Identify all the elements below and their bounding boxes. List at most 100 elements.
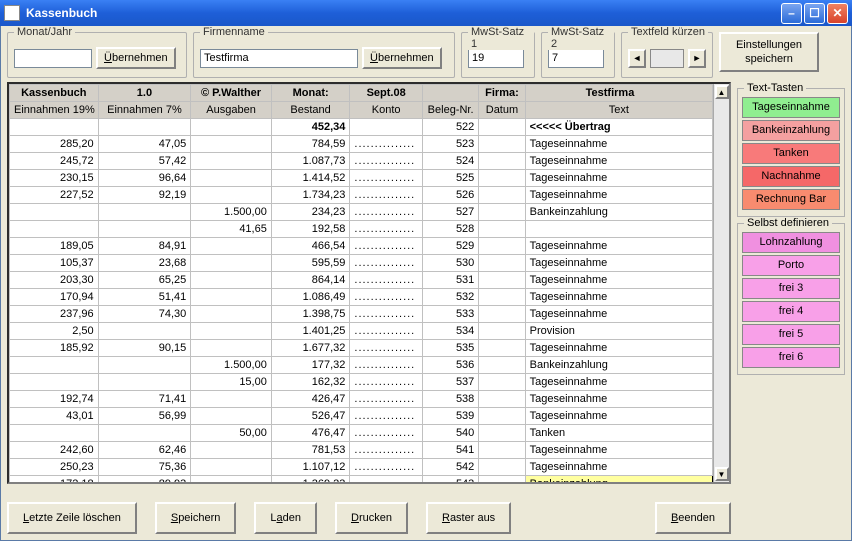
cell-best[interactable]: 466,54 [271,238,350,255]
cell-konto[interactable]: ............... [350,204,423,221]
cell-bnr[interactable]: 536 [422,357,478,374]
cell-bnr[interactable]: 523 [422,136,478,153]
text-button-lohnzahlung[interactable]: Lohnzahlung [742,232,840,253]
cell-e7[interactable]: 57,42 [98,153,191,170]
text-button-frei-4[interactable]: frei 4 [742,301,840,322]
cell-txt[interactable]: Provision [525,323,712,340]
cell-aus[interactable] [191,459,272,476]
table-row[interactable]: 242,6062,46781,53...............541Tages… [10,442,713,459]
cell-e7[interactable]: 84,91 [98,238,191,255]
cell-txt[interactable]: Tageseinnahme [525,391,712,408]
table-row[interactable]: 50,00476,47...............540Tanken [10,425,713,442]
table-row[interactable]: 189,0584,91466,54...............529Tages… [10,238,713,255]
cell-e19[interactable]: 230,15 [10,170,99,187]
cell-txt[interactable]: Bankeinzahlung [525,357,712,374]
cell-dat[interactable] [479,221,525,238]
cell-bnr[interactable]: 533 [422,306,478,323]
cell-e19[interactable]: 172,18 [10,476,99,483]
cell-konto[interactable]: ............... [350,238,423,255]
kuerzen-left[interactable]: ◄ [628,49,646,68]
cell-e19[interactable]: 189,05 [10,238,99,255]
table-row[interactable]: 1.500,00177,32...............536Bankeinz… [10,357,713,374]
input-monat-jahr[interactable] [14,49,92,68]
table-row[interactable]: 230,1596,641.414,52...............525Tag… [10,170,713,187]
minimize-button[interactable]: – [781,3,802,24]
cell-e19[interactable]: 250,23 [10,459,99,476]
cell-konto[interactable]: ............... [350,136,423,153]
cell-e7[interactable]: 71,41 [98,391,191,408]
cell-aus[interactable] [191,272,272,289]
cell-konto[interactable]: ............... [350,442,423,459]
cell-best[interactable]: 234,23 [271,204,350,221]
cell-txt[interactable]: Tageseinnahme [525,187,712,204]
btn-laden[interactable]: Laden [254,502,317,534]
cell-dat[interactable] [479,187,525,204]
cell-txt[interactable]: Tageseinnahme [525,442,712,459]
cell-e7[interactable]: 51,41 [98,289,191,306]
cell-best[interactable]: 1.734,23 [271,187,350,204]
cell-bnr[interactable]: 532 [422,289,478,306]
cell-best[interactable]: 784,59 [271,136,350,153]
cell-e7[interactable] [98,425,191,442]
text-button-tanken[interactable]: Tanken [742,143,840,164]
cell-e7[interactable]: 90,15 [98,340,191,357]
cell-dat[interactable] [479,272,525,289]
cell-aus[interactable] [191,187,272,204]
cell-e19[interactable] [10,425,99,442]
cell-dat[interactable] [479,459,525,476]
cell-konto[interactable]: ............... [350,425,423,442]
cell-aus[interactable] [191,340,272,357]
cell-dat[interactable] [479,306,525,323]
cell-e7[interactable]: 89,93 [98,476,191,483]
cell-aus[interactable] [191,289,272,306]
cell-dat[interactable] [479,391,525,408]
cell-konto[interactable]: ............... [350,170,423,187]
table-row[interactable]: 185,9290,151.677,32...............535Tag… [10,340,713,357]
cell-konto[interactable]: ............... [350,408,423,425]
cell-konto[interactable]: ............... [350,374,423,391]
table-row[interactable]: 237,9674,301.398,75...............533Tag… [10,306,713,323]
cell-e7[interactable] [98,323,191,340]
cell-best[interactable]: 1.398,75 [271,306,350,323]
vscrollbar[interactable]: ▲ ▼ [713,84,729,482]
cell-txt[interactable]: Tanken [525,425,712,442]
cell-e19[interactable]: 237,96 [10,306,99,323]
cell-dat[interactable] [479,323,525,340]
cell-konto[interactable]: ............... [350,272,423,289]
cell-aus[interactable] [191,170,272,187]
cell-bnr[interactable]: 534 [422,323,478,340]
cell-e7[interactable] [98,357,191,374]
cell-e19[interactable]: 285,20 [10,136,99,153]
cell-best[interactable]: 526,47 [271,408,350,425]
cell-best[interactable]: 1.087,73 [271,153,350,170]
cell-aus[interactable]: 15,00 [191,374,272,391]
cell-bnr[interactable]: 529 [422,238,478,255]
table-row[interactable]: 227,5292,191.734,23...............526Tag… [10,187,713,204]
table-row[interactable]: 192,7471,41426,47...............538Tages… [10,391,713,408]
cell-bnr[interactable]: 543 [422,476,478,483]
cell-txt[interactable]: <<<<< Übertrag [525,119,712,136]
cell-e19[interactable]: 185,92 [10,340,99,357]
input-mwst2[interactable] [548,49,604,68]
btn-raster-aus[interactable]: Raster aus [426,502,511,534]
btn-speichern[interactable]: Speichern [155,502,237,534]
cell-bnr[interactable]: 541 [422,442,478,459]
cell-best[interactable]: 426,47 [271,391,350,408]
cell-konto[interactable]: ............... [350,153,423,170]
cell-aus[interactable] [191,119,272,136]
cell-e19[interactable]: 227,52 [10,187,99,204]
close-button[interactable]: ✕ [827,3,848,24]
text-button-bankeinzahlung[interactable]: Bankeinzahlung [742,120,840,141]
cell-txt[interactable]: Tageseinnahme [525,170,712,187]
text-button-tageseinnahme[interactable]: Tageseinnahme [742,97,840,118]
cell-txt[interactable]: Tageseinnahme [525,340,712,357]
cell-e19[interactable] [10,204,99,221]
cell-e7[interactable]: 23,68 [98,255,191,272]
cell-aus[interactable] [191,391,272,408]
cell-best[interactable]: 1.677,32 [271,340,350,357]
cell-txt[interactable]: Tageseinnahme [525,459,712,476]
cell-e7[interactable] [98,119,191,136]
cell-aus[interactable]: 41,65 [191,221,272,238]
cell-e19[interactable]: 170,94 [10,289,99,306]
maximize-button[interactable]: ☐ [804,3,825,24]
